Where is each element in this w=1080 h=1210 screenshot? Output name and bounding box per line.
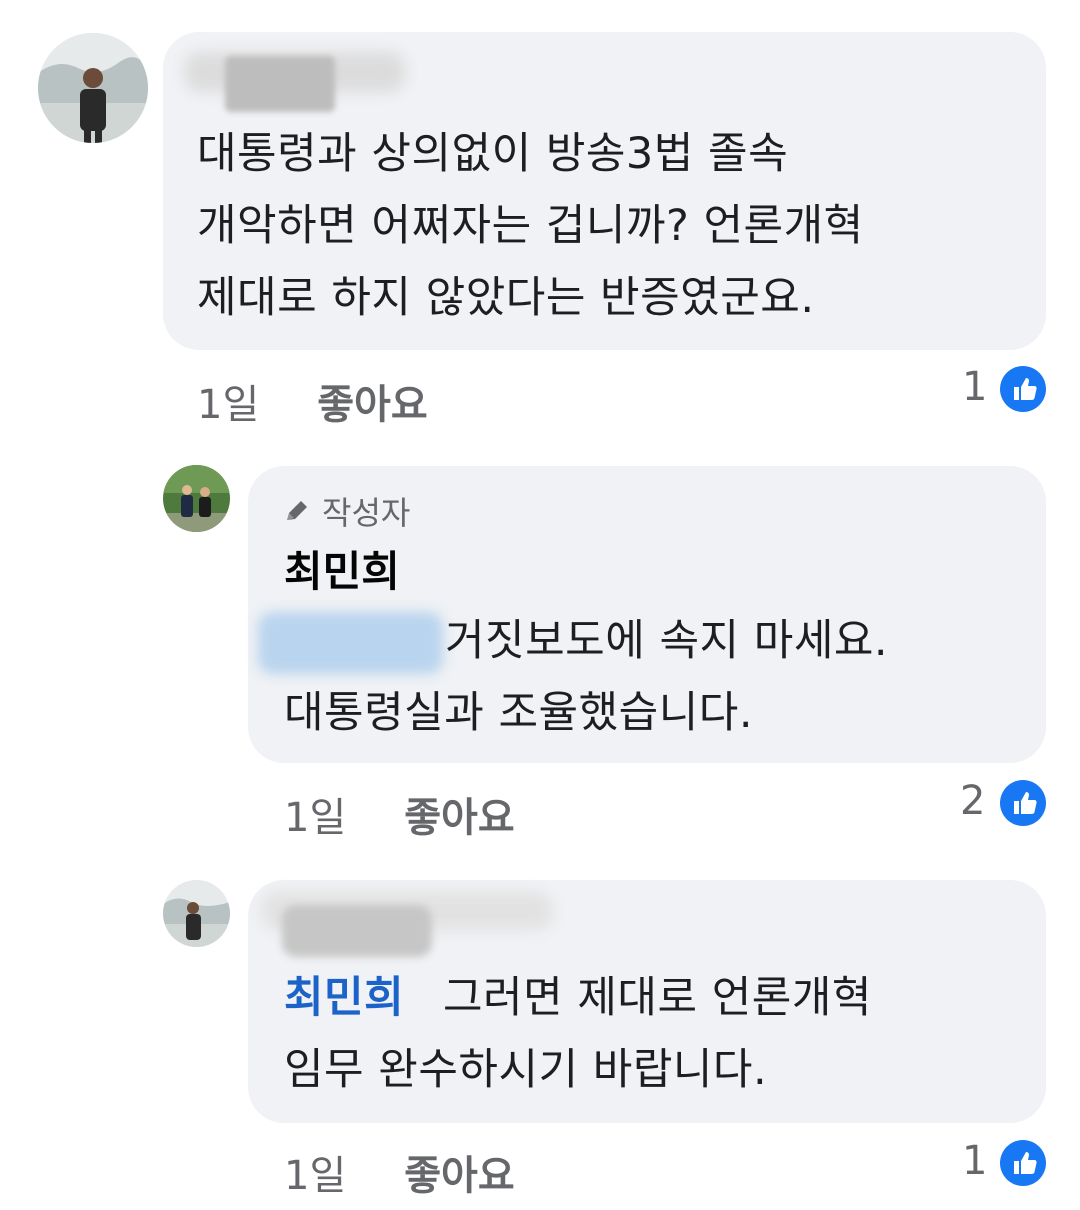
commenter-avatar[interactable] [38, 33, 148, 143]
thumbs-up-icon[interactable] [1000, 780, 1046, 826]
two-people-photo-icon [163, 465, 230, 532]
person-photo-icon [163, 880, 230, 947]
comment-meta: 1일 좋아요 [197, 372, 428, 430]
reply-meta: 1일 좋아요 [284, 785, 515, 843]
reaction-count[interactable]: 1 [962, 1138, 987, 1184]
comment-time[interactable]: 1일 [197, 382, 259, 428]
reply-text-line: 대통령실과 조율했습니다. [284, 688, 753, 738]
comment-author-name[interactable]: 최민희 [284, 538, 400, 599]
pencil-icon [287, 501, 307, 520]
reply-text-line: 그러면 제대로 언론개혁 [443, 973, 872, 1023]
comment-text-line: 개악하면 어쩌자는 겁니까? 언론개혁 [197, 201, 864, 251]
reaction-count[interactable]: 1 [962, 364, 987, 410]
reply-text-line: 거짓보도에 속지 마세요. [445, 616, 889, 666]
thumbs-up-icon[interactable] [1000, 366, 1046, 412]
comment-time[interactable]: 1일 [284, 1153, 346, 1199]
author-badge-label: 작성자 [322, 494, 411, 532]
reply-text-line: 임무 완수하시기 바랍니다. [284, 1045, 768, 1095]
person-photo-icon [38, 33, 148, 143]
mention-link[interactable]: 최민희 [284, 962, 404, 1034]
author-badge: 작성자 [282, 488, 410, 534]
like-button[interactable]: 좋아요 [404, 1153, 514, 1199]
like-button[interactable]: 좋아요 [317, 382, 427, 428]
author-avatar[interactable] [163, 465, 230, 532]
thumbs-up-icon[interactable] [1000, 1140, 1046, 1186]
redacted-mention [258, 612, 443, 674]
comment-time[interactable]: 1일 [284, 795, 346, 841]
comment-text-line: 제대로 하지 않았다는 반증였군요. [197, 273, 815, 323]
comment-text-line: 대통령과 상의없이 방송3법 졸속 [197, 129, 789, 179]
commenter-avatar[interactable] [163, 880, 230, 947]
redacted-commenter-name-block [282, 905, 432, 957]
redacted-commenter-name-block [225, 56, 335, 112]
reply-meta: 1일 좋아요 [284, 1143, 515, 1201]
reaction-count[interactable]: 2 [960, 778, 985, 824]
like-button[interactable]: 좋아요 [404, 795, 514, 841]
